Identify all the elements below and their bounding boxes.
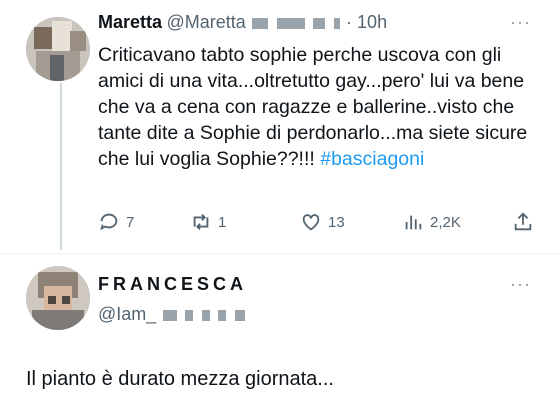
redacted-handle <box>185 310 194 322</box>
more-dots-icon[interactable]: ··· <box>510 274 531 295</box>
redacted-handle <box>218 310 227 322</box>
share-icon <box>514 212 532 231</box>
tweet-text: Criticavano tabto sophie perche uscova c… <box>98 42 528 172</box>
author-name[interactable]: FRANCESCA <box>98 274 247 295</box>
reply-button[interactable]: 7 <box>98 211 134 233</box>
views-icon <box>405 215 422 230</box>
redacted-handle <box>276 18 305 30</box>
thread-line <box>60 83 62 250</box>
author-handle-row: @Iam_ <box>98 304 247 325</box>
hashtag-link[interactable]: #basciagoni <box>320 148 424 170</box>
reply-count: 7 <box>126 213 135 231</box>
share-button[interactable] <box>512 211 540 233</box>
views-button[interactable]: 2,2K <box>402 211 461 233</box>
avatar[interactable] <box>26 17 90 81</box>
redacted-handle <box>333 18 340 30</box>
like-count: 13 <box>328 213 345 231</box>
more-dots-icon[interactable]: ··· <box>510 12 531 33</box>
tweet-body: Criticavano tabto sophie perche uscova c… <box>98 44 528 170</box>
divider <box>0 253 560 254</box>
author-handle[interactable]: @Iam_ <box>98 304 156 324</box>
redacted-handle <box>313 18 326 30</box>
author-name[interactable]: Maretta <box>98 12 162 32</box>
tweet-header: Maretta @Maretta · 10h <box>98 12 387 33</box>
retweet-icon <box>193 214 209 230</box>
redacted-handle <box>234 310 245 322</box>
author-handle[interactable]: @Maretta <box>166 12 245 32</box>
tweet-text: Il pianto è durato mezza giornata... <box>26 368 334 390</box>
tweet-time[interactable]: · 10h <box>346 12 387 32</box>
redacted-handle <box>162 310 177 322</box>
reply-icon <box>100 213 118 231</box>
avatar[interactable] <box>26 266 90 330</box>
retweet-button[interactable]: 1 <box>190 211 226 233</box>
retweet-count: 1 <box>218 213 227 231</box>
action-bar: 7 1 13 2,2K <box>98 211 538 237</box>
redacted-handle <box>201 310 210 322</box>
heart-icon <box>302 214 320 231</box>
redacted-handle <box>252 18 269 30</box>
view-count: 2,2K <box>430 213 461 231</box>
like-button[interactable]: 13 <box>300 211 345 233</box>
